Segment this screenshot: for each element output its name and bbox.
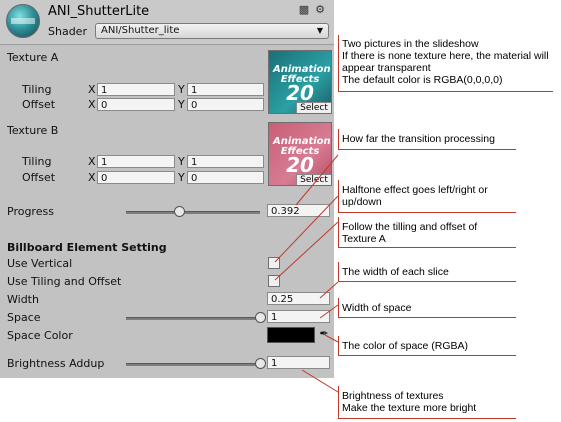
note-8-line: Brightness of textures bbox=[342, 390, 444, 402]
note-2-line: How far the transition processing bbox=[342, 133, 495, 145]
note-8-line: Make the texture more bright bbox=[342, 402, 477, 414]
connector-space bbox=[319, 304, 339, 319]
note-8-rule bbox=[338, 418, 516, 419]
note-3-line: Halftone effect goes left/right or bbox=[342, 184, 488, 196]
note-halftone: Halftone effect goes left/right or up/do… bbox=[342, 184, 488, 208]
connector-progress bbox=[295, 154, 339, 206]
note-3-rule bbox=[338, 212, 516, 213]
note-7-line: The color of space (RGBA) bbox=[342, 340, 469, 352]
note-1-rule bbox=[338, 91, 553, 92]
note-6-rule bbox=[338, 317, 516, 318]
note-8-bar bbox=[338, 386, 339, 418]
note-space-color: The color of space (RGBA) bbox=[342, 340, 468, 352]
note-1-line: appear transparent bbox=[342, 62, 431, 74]
note-5-bar bbox=[338, 262, 339, 281]
note-4-bar bbox=[338, 217, 339, 247]
note-1-bar bbox=[338, 35, 339, 91]
note-5-rule bbox=[338, 281, 516, 282]
note-4-line: Texture A bbox=[342, 233, 386, 245]
note-7-rule bbox=[338, 355, 516, 356]
connector-brightness bbox=[301, 369, 339, 393]
note-texture-pictures: Two pictures in the slideshow If there i… bbox=[342, 38, 549, 86]
note-3-line: up/down bbox=[342, 196, 382, 208]
note-3-bar bbox=[338, 180, 339, 212]
note-6-bar bbox=[338, 298, 339, 317]
note-1-line: If there is none texture here, the mater… bbox=[342, 50, 549, 62]
note-4-line: Follow the tilling and offset of bbox=[342, 221, 478, 233]
note-2-bar bbox=[338, 129, 339, 149]
note-space-width: Width of space bbox=[342, 302, 411, 314]
note-2-rule bbox=[338, 149, 516, 150]
note-1-line: Two pictures in the slideshow bbox=[342, 38, 479, 50]
connector-space-color bbox=[324, 334, 339, 343]
note-progress: How far the transition processing bbox=[342, 133, 495, 145]
note-follow-tiling: Follow the tilling and offset of Texture… bbox=[342, 221, 477, 245]
connector-width bbox=[319, 281, 339, 299]
connector-use-vertical bbox=[274, 195, 339, 263]
note-1-line: The default color is RGBA(0,0,0,0) bbox=[342, 74, 503, 86]
connector-use-tiling bbox=[274, 221, 339, 281]
note-4-rule bbox=[338, 247, 516, 248]
note-6-line: Width of space bbox=[342, 302, 412, 314]
note-5-line: The width of each slice bbox=[342, 266, 449, 278]
note-brightness: Brightness of textures Make the texture … bbox=[342, 390, 476, 414]
note-slice-width: The width of each slice bbox=[342, 266, 449, 278]
note-7-bar bbox=[338, 336, 339, 355]
